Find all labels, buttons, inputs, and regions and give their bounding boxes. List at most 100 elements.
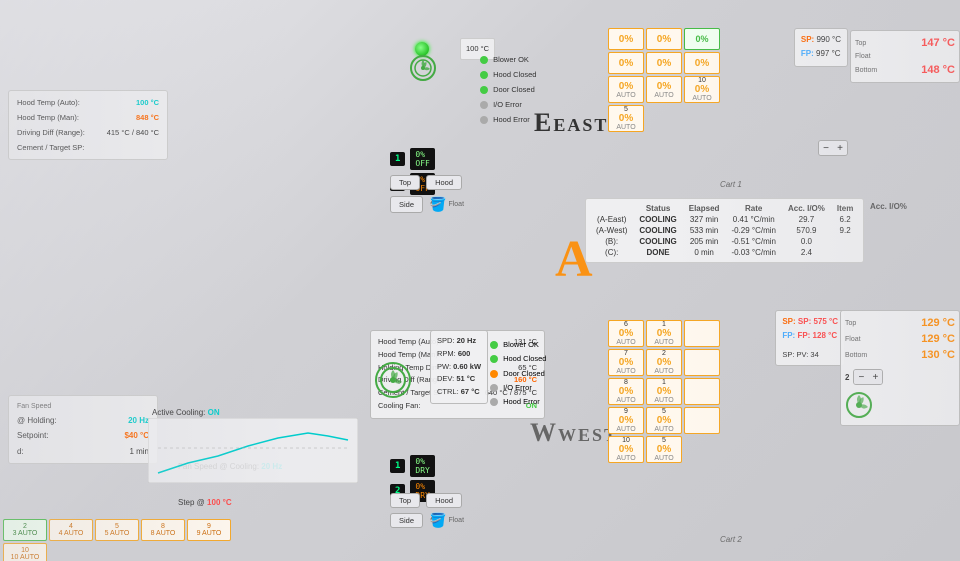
temp-bot-label: Bottom <box>855 67 877 74</box>
fan-cell-2[interactable]: 23 AUTO <box>3 519 47 541</box>
temp-bot-float-label: Float <box>845 336 861 343</box>
cart1-label: Cart 1 <box>720 180 742 189</box>
cart1-cell-4[interactable]: 0% <box>608 52 644 74</box>
fan-at-holding-val: 20 Hz <box>128 413 149 428</box>
cart2-cell-3b <box>684 378 720 405</box>
fp-top-label: FP: <box>801 49 814 58</box>
east-info-row-4: Cement / Target SP: <box>17 140 159 155</box>
cart2-cell-10[interactable]: 10 0%AUTO <box>608 436 644 463</box>
hood-error-bot-row: Hood Error <box>490 395 546 409</box>
temperature-chart <box>148 418 358 483</box>
temp-bot-top-row: Top 129 °C <box>845 315 955 331</box>
cart1-cell-1[interactable]: 0% <box>608 28 644 50</box>
east-side-button[interactable]: Side <box>390 196 423 213</box>
east-info-row-3: Driving Diff (Range): 415 °C / 840 °C <box>17 125 159 140</box>
fan-cell-9[interactable]: 99 AUTO <box>187 519 231 541</box>
cart1-cell-6[interactable]: 0% <box>684 52 720 74</box>
acc-b: 0.0 <box>782 236 831 247</box>
step-at-val: 100 °C <box>207 498 232 507</box>
temp-bot-val: 148 °C <box>921 64 955 76</box>
temp-float-label: Float <box>855 53 871 60</box>
hood-closed-dot <box>480 71 488 79</box>
fan-cell-4[interactable]: 44 AUTO <box>49 519 93 541</box>
blower-ok-dot <box>480 56 488 64</box>
cart1-cell-7[interactable]: 0%AUTO <box>608 76 644 103</box>
stepper-control[interactable]: − + <box>853 369 883 385</box>
east-top-button[interactable]: Top <box>390 175 420 190</box>
fan-cell-10[interactable]: 1010 AUTO <box>3 543 47 561</box>
hood-error-row: Hood Error <box>480 112 536 127</box>
status-table-panel: Status Elapsed Rate Acc. I/O% Item (A-Ea… <box>585 198 864 263</box>
cart2-cell-9[interactable]: 9 0%AUTO <box>608 407 644 434</box>
temp-bot-float-row: Float 129 °C <box>845 331 955 347</box>
cart2-cell-5b[interactable]: 5 0%AUTO <box>646 436 682 463</box>
hood-closed-bot-label: Hood Closed <box>503 354 546 363</box>
blower-ok-bot-label: Blower OK <box>503 340 539 349</box>
zone-b: (B): <box>590 236 633 247</box>
cart1-cell-10[interactable]: 5 0%AUTO <box>608 105 644 132</box>
spd-panel-top: SPD: 20 Hz RPM: 600 PW: 0.60 kW DEV: 51 … <box>430 330 488 404</box>
cart1-cell-2[interactable]: 0% <box>646 28 682 50</box>
east-ns-row-1: 1 0%OFF <box>390 148 435 170</box>
fan-cell-5[interactable]: 55 AUTO <box>95 519 139 541</box>
status-table: Status Elapsed Rate Acc. I/O% Item (A-Ea… <box>590 203 859 258</box>
sp-top-label: SP: <box>801 35 814 44</box>
east-label: EEAST <box>534 108 608 138</box>
col-status: Status <box>633 203 682 214</box>
sp-pv-label: SP: <box>782 350 794 359</box>
cart2-cell-5[interactable]: 5 0%AUTO <box>646 407 682 434</box>
fp-bot-val: FP: 128 °C <box>797 331 837 340</box>
west-top-button[interactable]: Top <box>390 493 420 508</box>
temp-top-label: Top <box>855 40 866 47</box>
ctrl-row: CTRL: 67 °C <box>437 386 481 399</box>
east-driving-diff-val: 415 °C / 840 °C <box>107 125 159 140</box>
temp-bot-row: Bottom 148 °C <box>855 62 955 78</box>
active-cooling-row: Active Cooling: ON <box>152 408 220 417</box>
fan-at-holding-label: @ Holding: <box>17 413 57 428</box>
fan-cell-8[interactable]: 88 AUTO <box>141 519 185 541</box>
fan-speed-panel-top: Fan Speed @ Holding: 20 Hz Setpoint: $40… <box>8 395 158 464</box>
west-hood-button[interactable]: Hood <box>426 493 462 508</box>
stepper-minus[interactable]: − <box>854 370 868 384</box>
rpm-val-top: 600 <box>458 349 471 358</box>
elapsed-c: 0 min <box>683 247 726 258</box>
stepper-top-control[interactable]: − + <box>818 140 848 156</box>
indicators-bottom-panel: Blower OK Hood Closed Door Closed I/O Er… <box>490 338 546 409</box>
cart1-cell-5[interactable]: 0% <box>646 52 682 74</box>
fp-top-val: 997 °C <box>816 49 841 58</box>
io-error-bot-label: I/O Error <box>503 383 532 392</box>
cart2-cell-2[interactable]: 2 0%AUTO <box>646 349 682 376</box>
status-a-west: COOLING <box>633 225 682 236</box>
fan-svg-br <box>845 391 873 419</box>
cart2-cell-1b[interactable]: 1 0%AUTO <box>646 378 682 405</box>
sp-bot-row: SP: SP: 575 °C <box>782 315 838 329</box>
zone-a-west: (A-West) <box>590 225 633 236</box>
cart2-cell-7[interactable]: 7 0%AUTO <box>608 349 644 376</box>
temp-bot-bot-val: 130 °C <box>921 349 955 361</box>
east-hood-temp-man-label: Hood Temp (Man): <box>17 110 79 125</box>
east-float-indicator: 🪣 Float <box>429 196 464 213</box>
blower-ok-bot-row: Blower OK <box>490 338 546 352</box>
west-side-button[interactable]: Side <box>390 513 423 528</box>
cart2-cell-6[interactable]: 6 0%AUTO <box>608 320 644 347</box>
cart1-cell-8[interactable]: 0%AUTO <box>646 76 682 103</box>
hood-closed-row: Hood Closed <box>480 67 536 82</box>
item5-a-east: 6.2 <box>831 214 859 225</box>
stepper-top-plus[interactable]: + <box>833 141 847 155</box>
cart2-cell-4b <box>684 407 720 434</box>
io-error-bot-row: I/O Error <box>490 381 546 395</box>
cart1-cell-3[interactable]: 0% <box>684 28 720 50</box>
cart2-cell-8[interactable]: 8 0%AUTO <box>608 378 644 405</box>
east-hood-button[interactable]: Hood <box>426 175 462 190</box>
elapsed-a-west: 533 min <box>683 225 726 236</box>
cart2-cell-1[interactable]: 1 0%AUTO <box>646 320 682 347</box>
stepper-plus[interactable]: + <box>868 370 882 384</box>
col-item5: Item <box>831 203 859 214</box>
fan-circle-top <box>410 55 436 81</box>
stepper-top-minus[interactable]: − <box>819 141 833 155</box>
west-label: WWEST <box>530 418 618 448</box>
rate-c: -0.03 °C/min <box>725 247 782 258</box>
status-row-a-east: (A-East) COOLING 327 min 0.41 °C/min 29.… <box>590 214 859 225</box>
fan-icon-top <box>410 55 436 81</box>
cart1-cell-9[interactable]: 10 0%AUTO <box>684 76 720 103</box>
